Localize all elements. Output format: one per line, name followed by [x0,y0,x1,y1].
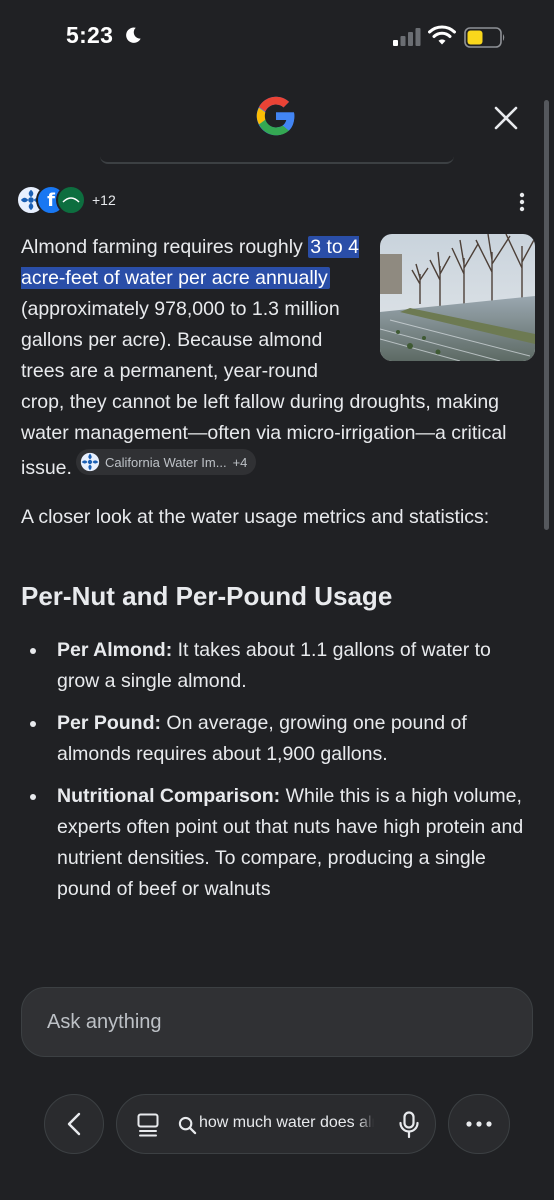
more-options-button[interactable] [510,188,534,216]
scrollbar-thumb[interactable] [544,100,549,530]
sources-count: +12 [92,192,116,208]
google-g-logo[interactable] [254,94,298,138]
status-bar: 5:23 [0,0,554,76]
intro-text-start: Almond farming requires roughly [21,236,309,258]
bullet-item-per-pound: Per Pound: On average, growing one pound… [21,708,535,770]
status-time: 5:23 [66,22,114,48]
bullet-label: Per Pound: [57,712,162,734]
battery-icon [464,27,505,48]
header [0,76,554,166]
tabs-icon[interactable] [137,1113,159,1137]
bullet-item-nutritional-comparison: Nutritional Comparison: While this is a … [21,781,535,905]
back-button[interactable] [44,1094,104,1154]
citation-more-count: +4 [232,454,248,470]
search-query-text: how much water does almond farming use [199,1114,374,1132]
closer-look-text: A closer look at the water usage metrics… [21,506,490,528]
ai-answer: Almond farming requires roughly 3 to 4 a… [21,232,535,916]
moon-icon [126,27,141,43]
header-divider [100,156,454,164]
close-button[interactable] [486,98,526,138]
ask-anything-input[interactable]: Ask anything [21,987,533,1057]
more-vert-icon [519,192,525,212]
usage-bullet-list: Per Almond: It takes about 1.1 gallons o… [21,635,535,905]
bottom-navigation: how much water does almond farming use [0,1094,554,1158]
wifi-icon [428,25,456,45]
search-icon [178,1116,197,1135]
bullet-label: Nutritional Comparison: [57,785,281,807]
ask-placeholder: Ask anything [47,1010,162,1033]
bullet-item-per-almond: Per Almond: It takes about 1.1 gallons o… [21,635,535,697]
close-icon [494,106,518,130]
source-favicon-green-icon [56,185,86,215]
search-query-bar[interactable]: how much water does almond farming use [116,1094,436,1154]
california-water-icon [80,452,100,472]
citation-chip[interactable]: California Water Im... +4 [75,449,257,475]
cellular-signal-icon [393,28,421,46]
more-horiz-icon [466,1121,492,1127]
almond-orchard-image[interactable] [380,234,535,361]
sources-row[interactable]: f +12 [16,184,116,216]
bullet-label: Per Almond: [57,639,173,661]
more-menu-button[interactable] [448,1094,510,1154]
section-heading: Per-Nut and Per-Pound Usage [21,581,393,611]
citation-label: California Water Im... [104,454,227,470]
microphone-icon[interactable] [399,1111,419,1139]
chevron-left-icon [67,1112,81,1136]
